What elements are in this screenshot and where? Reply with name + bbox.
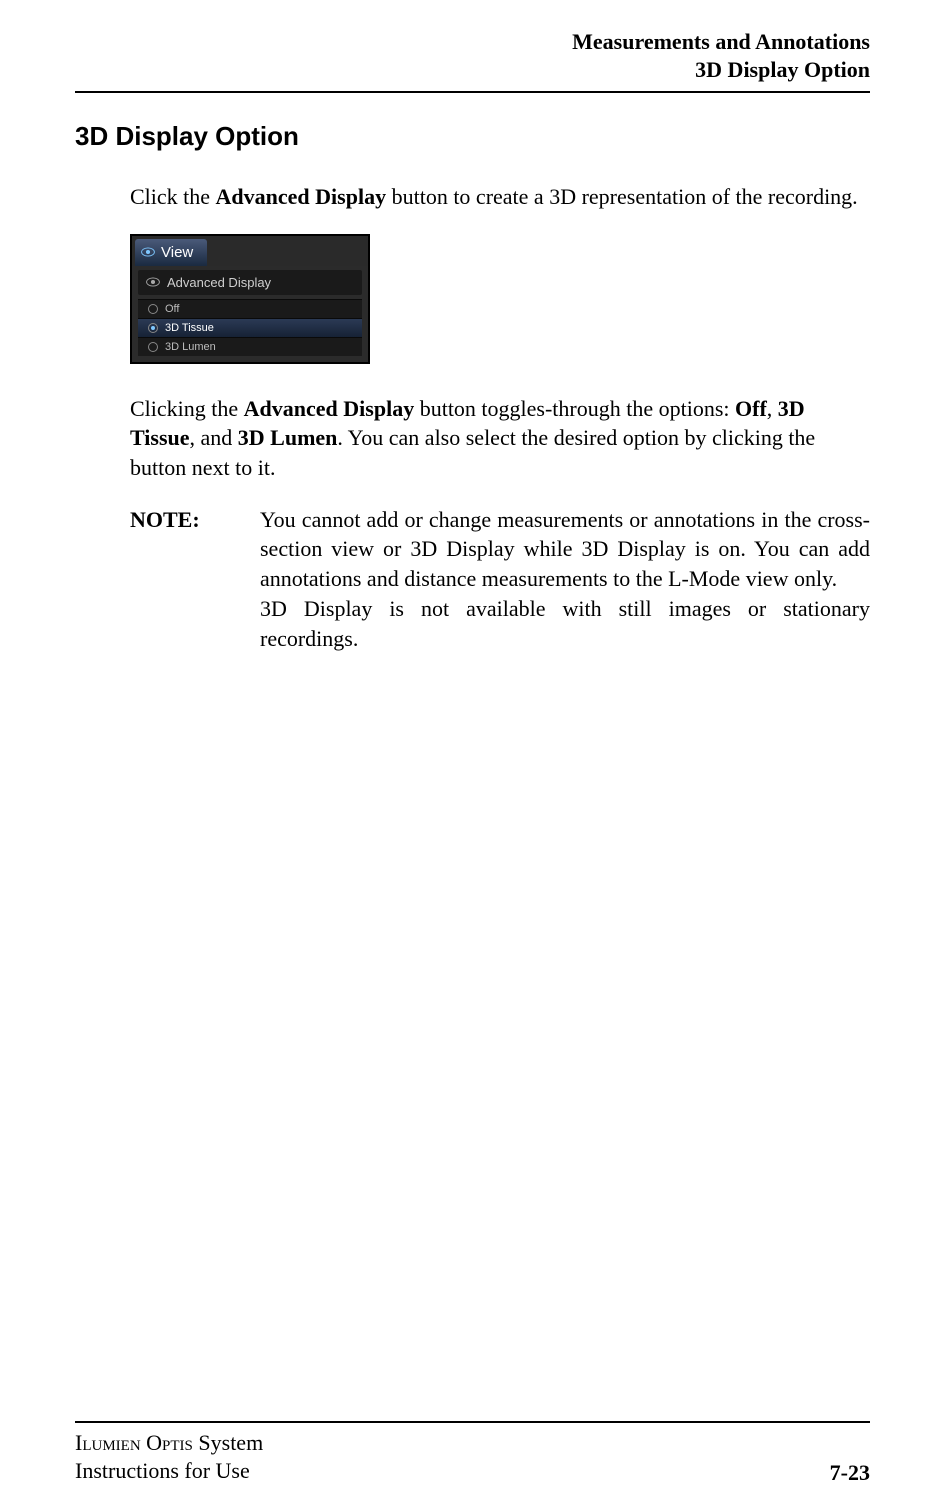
intro-bold: Advanced Display [216,184,387,209]
b4: 3D Lumen [238,425,338,450]
footer-tail: System [193,1430,263,1455]
footer-instructions-line: Instructions for Use [75,1457,263,1486]
page-footer: Ilumien Optis System Instructions for Us… [75,1421,870,1486]
note-block: NOTE: You cannot add or change measureme… [130,505,870,653]
header-line-1: Measurements and Annotations [75,28,870,56]
option-3d-lumen-label: 3D Lumen [165,341,216,353]
note-label: NOTE: [130,505,260,653]
intro-paragraph: Click the Advanced Display button to cre… [130,182,870,212]
footer-sc2: Optis [146,1430,193,1455]
header-line-2: 3D Display Option [75,56,870,84]
footer-system-line: Ilumien Optis System [75,1429,263,1458]
view-panel: View Advanced Display Off 3D Tissue [130,234,370,364]
b2: Off [735,396,767,421]
note-body: You cannot add or change measurements or… [260,505,870,653]
radio-icon [148,342,158,352]
view-tab[interactable]: View [135,239,207,266]
option-3d-tissue-label: 3D Tissue [165,322,214,334]
t2: button toggles-through the options: [414,396,735,421]
intro-post: button to create a 3D representation of … [386,184,858,209]
eye-icon [146,277,160,287]
view-panel-body: Advanced Display Off 3D Tissue 3D Lumen [132,266,368,362]
t1: Clicking the [130,396,244,421]
t4: , and [190,425,238,450]
view-tab-label: View [161,244,193,261]
b1: Advanced Display [244,396,415,421]
footer-sc1: Ilumien [75,1430,141,1455]
toggle-paragraph: Clicking the Advanced Display button tog… [130,394,870,483]
option-3d-lumen[interactable]: 3D Lumen [138,337,362,356]
footer-left: Ilumien Optis System Instructions for Us… [75,1429,263,1486]
t3: , [767,396,778,421]
radio-icon [148,304,158,314]
page-number: 7-23 [830,1460,870,1486]
option-off[interactable]: Off [138,299,362,318]
header-rule [75,91,870,93]
intro-pre: Click the [130,184,216,209]
eye-icon [141,247,155,257]
option-off-label: Off [165,303,179,315]
footer-rule [75,1421,870,1423]
advanced-display-button[interactable]: Advanced Display [138,270,362,295]
section-title: 3D Display Option [75,121,870,152]
advanced-display-label: Advanced Display [167,275,271,290]
radio-icon [148,323,158,333]
option-3d-tissue[interactable]: 3D Tissue [138,318,362,337]
page-header: Measurements and Annotations 3D Display … [75,28,870,83]
